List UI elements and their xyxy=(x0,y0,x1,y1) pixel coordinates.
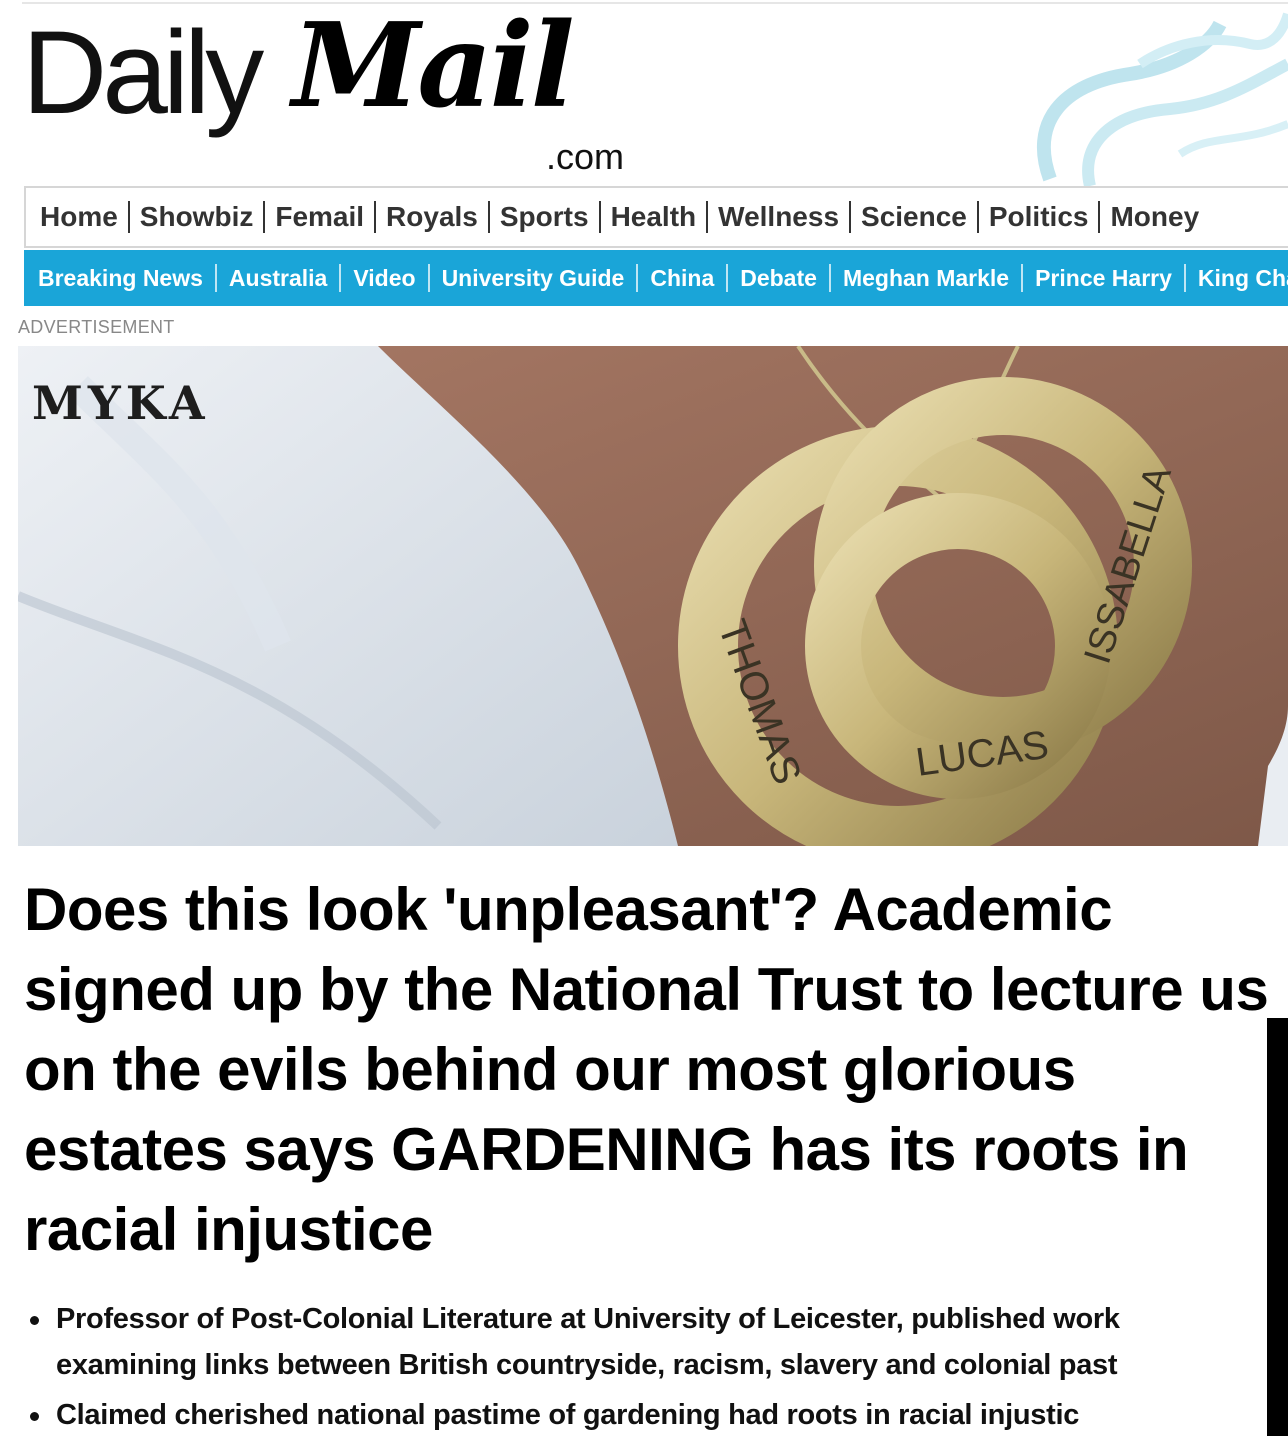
nav-home[interactable]: Home xyxy=(38,201,128,233)
nav-meghan-markle[interactable]: Meghan Markle xyxy=(828,264,1021,292)
summary-bullet: Claimed cherished national pastime of ga… xyxy=(24,1392,1264,1438)
scrollbar[interactable] xyxy=(1267,1018,1288,1436)
nav-femail[interactable]: Femail xyxy=(263,201,374,233)
logo-mail-text[interactable]: Mail xyxy=(292,8,575,124)
masthead-decoration xyxy=(1036,12,1288,186)
secondary-nav: Breaking News Australia Video University… xyxy=(24,250,1288,306)
nav-money[interactable]: Money xyxy=(1098,201,1209,233)
summary-bullet: Professor of Post-Colonial Literature at… xyxy=(24,1296,1264,1388)
nav-politics[interactable]: Politics xyxy=(976,201,1099,233)
nav-china[interactable]: China xyxy=(636,264,726,292)
nav-university-guide[interactable]: University Guide xyxy=(427,264,637,292)
nav-australia[interactable]: Australia xyxy=(214,264,339,292)
nav-video[interactable]: Video xyxy=(339,264,427,292)
nav-science[interactable]: Science xyxy=(849,201,977,233)
logo-daily-text[interactable]: Daily xyxy=(22,14,264,132)
article-summary-bullets: Professor of Post-Colonial Literature at… xyxy=(24,1296,1264,1442)
nav-sports[interactable]: Sports xyxy=(487,201,599,233)
nav-health[interactable]: Health xyxy=(598,201,707,233)
advertisement-label: ADVERTISEMENT xyxy=(18,317,175,337)
masthead: Daily Mail .com xyxy=(0,0,1288,186)
nav-king-charles[interactable]: King Charles xyxy=(1183,264,1288,292)
logo-com-text: .com xyxy=(546,136,625,177)
nav-debate[interactable]: Debate xyxy=(726,264,829,292)
nav-showbiz[interactable]: Showbiz xyxy=(127,201,264,233)
article-headline: Does this look 'unpleasant'? Academic si… xyxy=(24,876,1269,1263)
nav-prince-harry[interactable]: Prince Harry xyxy=(1021,264,1184,292)
advertisement-banner[interactable]: THOMAS LUCAS ISSABELLA MYKA xyxy=(18,346,1288,846)
ad-brand-logo: MYKA xyxy=(32,376,210,430)
nav-royals[interactable]: Royals xyxy=(374,201,488,233)
nav-wellness[interactable]: Wellness xyxy=(706,201,849,233)
nav-breaking-news[interactable]: Breaking News xyxy=(36,264,215,292)
primary-nav: Home Showbiz Femail Royals Sports Health… xyxy=(24,186,1288,248)
